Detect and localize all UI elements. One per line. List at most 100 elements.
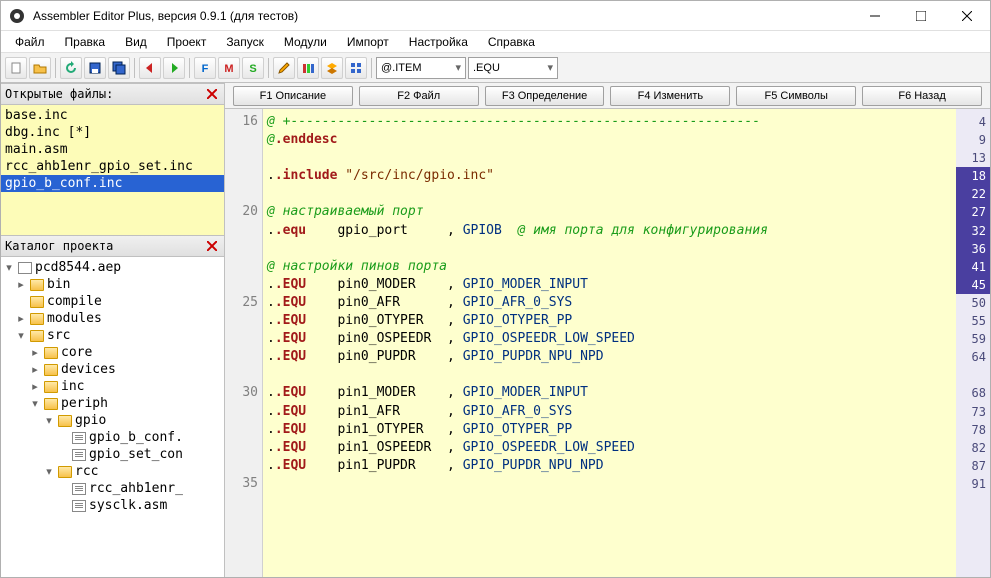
fkey-F6[interactable]: F6 Назад bbox=[862, 86, 982, 106]
code-line[interactable]: ..EQU pin0_MODER , GPIO_MODER_INPUT bbox=[267, 276, 956, 294]
fkey-F1[interactable]: F1 Описание bbox=[233, 86, 353, 106]
code-line[interactable] bbox=[267, 366, 956, 384]
menu-Запуск[interactable]: Запуск bbox=[216, 33, 274, 51]
line-gutter: 1620253035 bbox=[225, 109, 263, 577]
menu-Справка[interactable]: Справка bbox=[478, 33, 545, 51]
open-file-item[interactable]: rcc_ahb1enr_gpio_set.inc bbox=[1, 158, 224, 175]
s-char-button[interactable]: S bbox=[242, 57, 264, 79]
fkey-F5[interactable]: F5 Символы bbox=[736, 86, 856, 106]
code-line[interactable]: ..EQU pin1_AFR , GPIO_AFR_0_SYS bbox=[267, 403, 956, 421]
fkey-F4[interactable]: F4 Изменить bbox=[610, 86, 730, 106]
fkey-F2[interactable]: F2 Файл bbox=[359, 86, 479, 106]
menu-Настройка[interactable]: Настройка bbox=[399, 33, 478, 51]
menu-Вид[interactable]: Вид bbox=[115, 33, 157, 51]
code-line[interactable]: @ +-------------------------------------… bbox=[267, 113, 956, 131]
modules-icon bbox=[349, 61, 363, 75]
menu-Модули[interactable]: Модули bbox=[274, 33, 337, 51]
tree-node[interactable]: ▸ modules bbox=[1, 310, 224, 327]
code-line[interactable]: ..EQU pin0_OTYPER , GPIO_OTYPER_PP bbox=[267, 312, 956, 330]
menubar: ФайлПравкаВидПроектЗапускМодулиИмпортНас… bbox=[1, 31, 990, 53]
code-line[interactable]: ..EQU pin1_OTYPER , GPIO_OTYPER_PP bbox=[267, 421, 956, 439]
open-file-button[interactable] bbox=[29, 57, 51, 79]
tree-node[interactable]: ▾ periph bbox=[1, 395, 224, 412]
code-line[interactable]: @ настраиваемый порт bbox=[267, 203, 956, 221]
edit-pencil-button[interactable] bbox=[273, 57, 295, 79]
code-line[interactable]: ..EQU pin0_AFR , GPIO_AFR_0_SYS bbox=[267, 294, 956, 312]
titlebar: Assembler Editor Plus, версия 0.9.1 (для… bbox=[1, 1, 990, 31]
project-tree[interactable]: ▾ pcd8544.aep▸ bin compile▸ modules▾ src… bbox=[1, 257, 224, 577]
close-panel-icon[interactable] bbox=[204, 86, 220, 102]
tree-node[interactable]: ▾ src bbox=[1, 327, 224, 344]
code-line[interactable]: @.enddesc bbox=[267, 131, 956, 149]
minimize-button[interactable] bbox=[852, 1, 898, 31]
maximize-button[interactable] bbox=[898, 1, 944, 31]
open-files-title: Открытые файлы: bbox=[5, 87, 113, 101]
menu-Импорт[interactable]: Импорт bbox=[337, 33, 399, 51]
menu-Проект[interactable]: Проект bbox=[157, 33, 217, 51]
m-char-button[interactable]: M bbox=[218, 57, 240, 79]
tree-node[interactable]: compile bbox=[1, 293, 224, 310]
code-line[interactable] bbox=[267, 149, 956, 167]
layers-icon bbox=[325, 61, 339, 75]
menu-Файл[interactable]: Файл bbox=[5, 33, 55, 51]
back-icon bbox=[143, 61, 157, 75]
svg-text:F: F bbox=[202, 63, 209, 75]
code-line[interactable]: ..EQU pin1_OSPEEDR , GPIO_OSPEEDR_LOW_SP… bbox=[267, 439, 956, 457]
tree-node[interactable]: ▸ core bbox=[1, 344, 224, 361]
open-file-item[interactable]: dbg.inc [*] bbox=[1, 124, 224, 141]
code-line[interactable]: @ настройки пинов порта bbox=[267, 258, 956, 276]
close-button[interactable] bbox=[944, 1, 990, 31]
open-file-item[interactable]: base.inc bbox=[1, 107, 224, 124]
menu-Правка[interactable]: Правка bbox=[55, 33, 116, 51]
open-file-icon bbox=[33, 61, 47, 75]
tree-node[interactable]: rcc_ahb1enr_ bbox=[1, 480, 224, 497]
save-button[interactable] bbox=[84, 57, 106, 79]
right-gutter: 49131822273236414550555964687378828791 bbox=[956, 109, 990, 577]
code-line[interactable]: ..EQU pin1_MODER , GPIO_MODER_INPUT bbox=[267, 384, 956, 402]
tree-node[interactable]: gpio_set_con bbox=[1, 446, 224, 463]
catalog-close-icon[interactable] bbox=[204, 238, 220, 254]
svg-text:S: S bbox=[249, 63, 256, 75]
refresh-button[interactable] bbox=[60, 57, 82, 79]
modules-button[interactable] bbox=[345, 57, 367, 79]
svg-text:M: M bbox=[224, 63, 233, 75]
code-line[interactable]: ..equ gpio_port , GPIOB @ имя порта для … bbox=[267, 222, 956, 240]
tree-node[interactable]: ▾ rcc bbox=[1, 463, 224, 480]
tree-root[interactable]: ▾ pcd8544.aep bbox=[1, 259, 224, 276]
tree-node[interactable]: ▾ gpio bbox=[1, 412, 224, 429]
m-char-icon: M bbox=[222, 61, 236, 75]
s-char-icon: S bbox=[246, 61, 260, 75]
tree-node[interactable]: ▸ bin bbox=[1, 276, 224, 293]
combo-c2[interactable]: .EQU bbox=[468, 57, 558, 79]
code-line[interactable]: ..EQU pin0_PUPDR , GPIO_PUPDR_NPU_NPD bbox=[267, 348, 956, 366]
fkey-F3[interactable]: F3 Определение bbox=[485, 86, 605, 106]
save-all-icon bbox=[112, 61, 126, 75]
tree-node[interactable]: sysclk.asm bbox=[1, 497, 224, 514]
code-editor[interactable]: @ +-------------------------------------… bbox=[263, 109, 956, 577]
fkey-row: F1 Описание F2 Файл F3 ОпределениеF4 Измен… bbox=[225, 83, 990, 109]
code-line[interactable] bbox=[267, 185, 956, 203]
save-icon bbox=[88, 61, 102, 75]
code-line[interactable]: ..EQU pin1_PUPDR , GPIO_PUPDR_NPU_NPD bbox=[267, 457, 956, 475]
forward-icon bbox=[167, 61, 181, 75]
combo-c1[interactable]: @.ITEM bbox=[376, 57, 466, 79]
save-all-button[interactable] bbox=[108, 57, 130, 79]
code-line[interactable]: ..include "/src/inc/gpio.inc" bbox=[267, 167, 956, 185]
open-file-item[interactable]: main.asm bbox=[1, 141, 224, 158]
tree-node[interactable]: gpio_b_conf. bbox=[1, 429, 224, 446]
edit-pencil-icon bbox=[277, 61, 291, 75]
back-button[interactable] bbox=[139, 57, 161, 79]
f-char-button[interactable]: F bbox=[194, 57, 216, 79]
new-file-button[interactable] bbox=[5, 57, 27, 79]
tree-node[interactable]: ▸ devices bbox=[1, 361, 224, 378]
layers-button[interactable] bbox=[321, 57, 343, 79]
books-button[interactable] bbox=[297, 57, 319, 79]
catalog-header: Каталог проекта bbox=[1, 235, 224, 257]
open-file-item[interactable]: gpio_b_conf.inc bbox=[1, 175, 224, 192]
tree-node[interactable]: ▸ inc bbox=[1, 378, 224, 395]
code-line[interactable]: ..EQU pin0_OSPEEDR , GPIO_OSPEEDR_LOW_SP… bbox=[267, 330, 956, 348]
app-icon bbox=[9, 8, 25, 24]
forward-button[interactable] bbox=[163, 57, 185, 79]
new-file-icon bbox=[9, 61, 23, 75]
code-line[interactable] bbox=[267, 240, 956, 258]
